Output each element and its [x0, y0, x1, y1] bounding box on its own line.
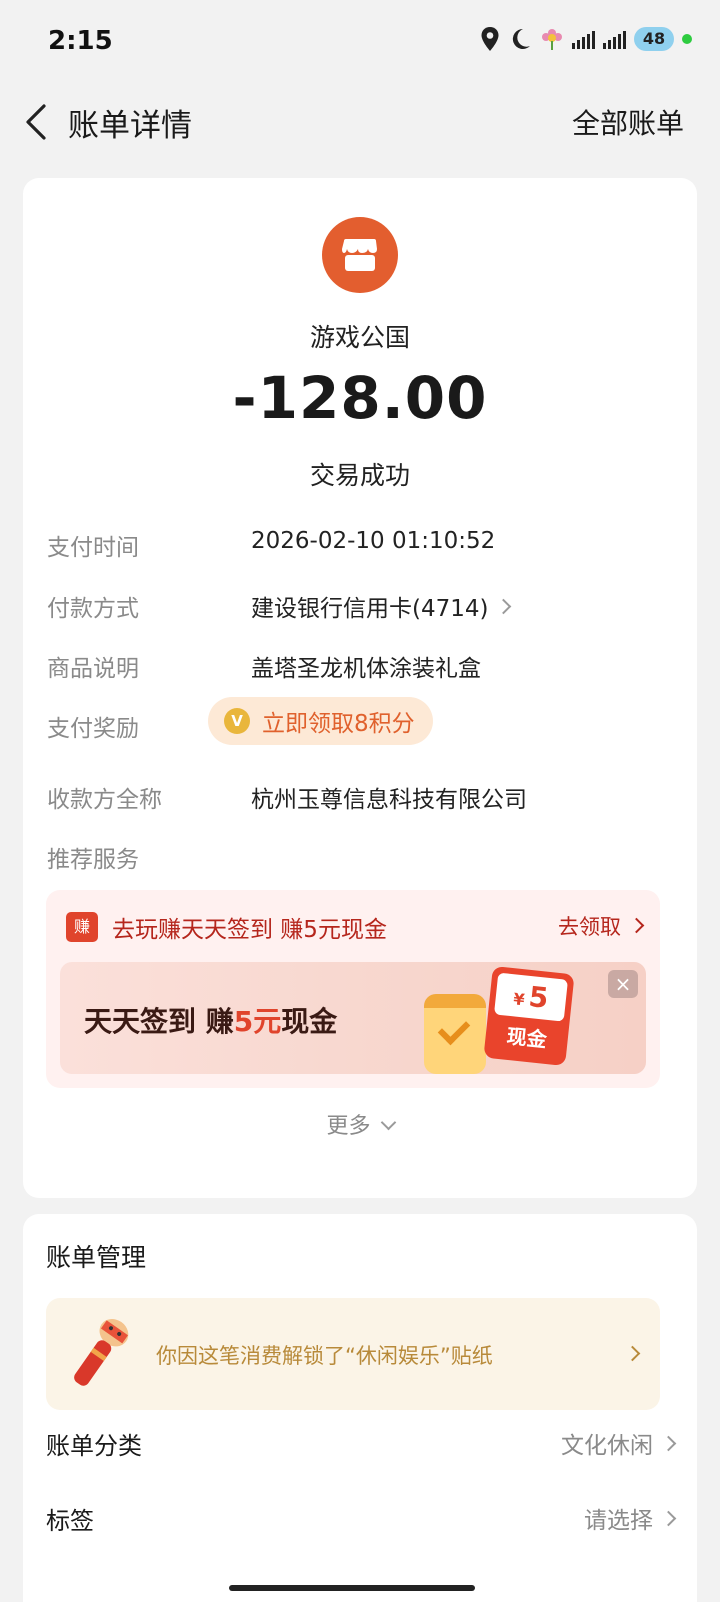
checkmark-icon: [437, 1012, 471, 1046]
detail-value: 杭州玉尊信息科技有限公司: [251, 787, 527, 813]
bill-detail-card: 游戏公国 -128.00 交易成功 支付时间 2026-02-10 01:10:…: [23, 178, 697, 1198]
nav-bar: 账单详情 全部账单: [0, 86, 720, 158]
detail-label: 推荐服务: [47, 847, 139, 873]
close-icon[interactable]: ×: [608, 970, 638, 998]
claim-points-button[interactable]: V 立即领取8积分: [208, 697, 433, 745]
payment-method-link[interactable]: 建设银行信用卡(4714): [251, 589, 512, 623]
banner-text-post: 现金: [281, 1005, 338, 1038]
detail-row-payee: 收款方全称 杭州玉尊信息科技有限公司: [47, 780, 673, 820]
chevron-right-icon: [624, 1345, 641, 1362]
bill-category-row[interactable]: 账单分类 文化休闲: [46, 1426, 677, 1466]
location-icon: [481, 27, 499, 51]
signal-5g-2-icon: [603, 29, 626, 49]
detail-value: 2026-02-10 01:10:52: [251, 528, 496, 554]
currency-symbol: ¥: [512, 989, 526, 1010]
tag-value: 请选择: [584, 1508, 653, 1534]
promo-title: 去玩赚天天签到 赚5元现金: [112, 917, 387, 943]
detail-row-pay-time: 支付时间 2026-02-10 01:10:52: [47, 528, 673, 568]
banner-text-pre: 天天签到 赚: [84, 1005, 234, 1038]
microphone-sticker-icon: [74, 1319, 129, 1386]
moon-icon: [512, 28, 530, 49]
section-title: 账单管理: [46, 1243, 147, 1272]
banner-text-highlight: 5元: [233, 1005, 282, 1038]
battery-icon: 48: [634, 27, 674, 51]
status-icons: 48: [480, 26, 692, 52]
detail-label: 支付奖励: [47, 716, 139, 742]
more-button[interactable]: 更多: [23, 1108, 697, 1140]
amount: -128.00: [232, 364, 488, 432]
detail-value: 建设银行信用卡(4714): [251, 596, 489, 622]
sticker-unlock-banner[interactable]: 你因这笔消费解锁了“休闲娱乐”贴纸: [46, 1298, 660, 1410]
chevron-right-icon: [628, 917, 645, 933]
category-value-wrap[interactable]: 文化休闲: [561, 1426, 677, 1460]
chevron-down-icon: [380, 1114, 396, 1131]
chevron-right-icon: [660, 1510, 677, 1527]
cash-card-icon: ¥5 现金: [483, 965, 575, 1067]
transaction-status: 交易成功: [309, 461, 410, 490]
cash-amount: ¥5: [493, 972, 568, 1022]
all-bills-link[interactable]: 全部账单: [572, 102, 684, 142]
signal-5g-icon: [572, 29, 595, 49]
tag-row[interactable]: 标签 请选择: [46, 1501, 677, 1541]
claim-points-label: 立即领取8积分: [262, 711, 415, 737]
privacy-dot-icon: [682, 34, 692, 44]
sticker-text: 你因这笔消费解锁了“休闲娱乐”贴纸: [156, 1344, 493, 1368]
detail-label: 商品说明: [47, 656, 139, 682]
merchant-name: 游戏公国: [309, 323, 410, 352]
detail-row-payment-method[interactable]: 付款方式 建设银行信用卡(4714): [47, 589, 673, 629]
tag-value-wrap[interactable]: 请选择: [584, 1501, 677, 1535]
back-arrow-icon[interactable]: [20, 100, 56, 144]
home-indicator[interactable]: [229, 1585, 475, 1591]
cash-value: 5: [527, 979, 550, 1015]
points-coin-icon: V: [224, 708, 250, 734]
detail-value: 盖塔圣龙机体涂装礼盒: [251, 656, 481, 682]
detail-label: 付款方式: [47, 596, 139, 622]
bill-management-card: 账单管理 你因这笔消费解锁了“休闲娱乐”贴纸 账单分类 文化休闲 标签 请选择: [23, 1214, 697, 1602]
status-time: 2:15: [48, 26, 113, 56]
chevron-right-icon: [660, 1435, 677, 1452]
category-label: 账单分类: [46, 1432, 142, 1460]
flower-icon: [542, 29, 562, 50]
chevron-right-icon: [496, 598, 512, 615]
banner-text: 天天签到 赚5元现金: [84, 1000, 337, 1040]
promo-claim-label: 去领取: [558, 915, 621, 939]
calendar-icon: [424, 994, 486, 1074]
checkin-banner[interactable]: 天天签到 赚5元现金 ¥5 现金 ×: [60, 962, 646, 1074]
promo-card[interactable]: 赚 去玩赚天天签到 赚5元现金 去领取 天天签到 赚5元现金 ¥5 现金 ×: [46, 890, 660, 1088]
detail-label: 支付时间: [47, 535, 139, 561]
earn-icon: 赚: [66, 912, 98, 942]
cash-label: 现金: [505, 1023, 548, 1052]
tag-label: 标签: [46, 1507, 94, 1535]
category-value: 文化休闲: [561, 1433, 653, 1459]
merchant-logo: [322, 217, 398, 293]
shop-icon: [342, 239, 377, 271]
detail-row-product: 商品说明 盖塔圣龙机体涂装礼盒: [47, 649, 673, 689]
page-title: 账单详情: [68, 108, 192, 144]
promo-claim-link[interactable]: 去领取: [558, 911, 645, 941]
more-label: 更多: [326, 1114, 371, 1139]
detail-row-recommended: 推荐服务: [47, 840, 673, 880]
detail-row-reward: 支付奖励 V 立即领取8积分: [47, 697, 673, 749]
status-bar: 2:15 48: [0, 0, 720, 86]
detail-label: 收款方全称: [47, 787, 162, 813]
